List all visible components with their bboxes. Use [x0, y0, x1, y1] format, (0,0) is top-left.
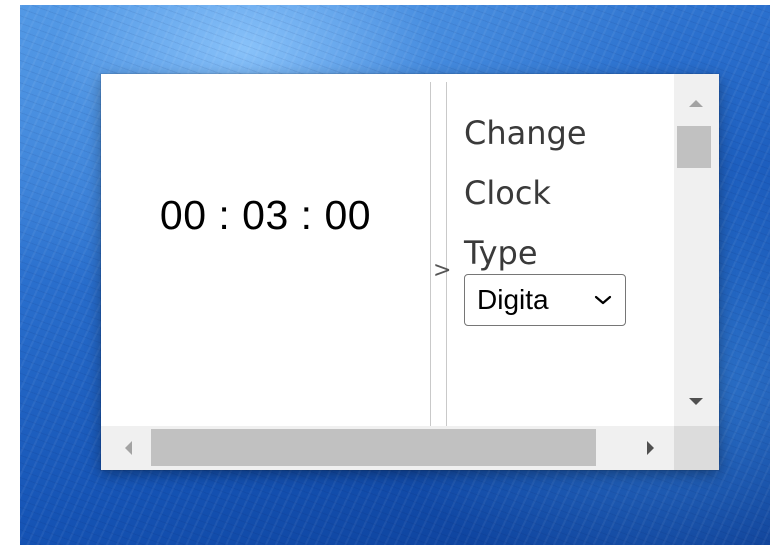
chevron-down-icon: [594, 295, 612, 305]
clock-type-label-line-3: Type: [464, 234, 538, 272]
splitter-line-left[interactable]: [430, 82, 431, 426]
horizontal-scroll-thumb[interactable]: [151, 429, 596, 466]
desktop-wallpaper: 00 : 03 : 00 > Change Clock Type Digita: [20, 5, 770, 545]
horizontal-scrollbar[interactable]: [101, 426, 674, 470]
scroll-viewport: 00 : 03 : 00 > Change Clock Type Digita: [101, 74, 674, 426]
clock-type-label: Change Clock Type: [464, 103, 614, 283]
scrollbar-corner: [674, 426, 719, 470]
clock-widget-window: 00 : 03 : 00 > Change Clock Type Digita: [101, 74, 719, 470]
arrow-up-icon[interactable]: [689, 100, 703, 107]
clock-pane: 00 : 03 : 00: [101, 74, 430, 426]
arrow-down-icon[interactable]: [689, 398, 703, 405]
vertical-scroll-thumb[interactable]: [677, 126, 711, 168]
clock-type-select[interactable]: Digita: [464, 274, 626, 326]
arrow-right-icon[interactable]: [647, 441, 654, 455]
vertical-scrollbar[interactable]: [674, 74, 719, 426]
arrow-left-icon[interactable]: [125, 441, 132, 455]
splitter-arrow-icon[interactable]: >: [433, 260, 451, 282]
clock-type-label-line-1: Change: [464, 114, 587, 152]
settings-pane: Change Clock Type Digita: [464, 103, 664, 326]
clock-type-selected-value: Digita: [477, 284, 549, 315]
clock-time-display: 00 : 03 : 00: [159, 192, 372, 238]
screen: 00 : 03 : 00 > Change Clock Type Digita: [0, 0, 775, 545]
splitter-line-right[interactable]: [446, 82, 447, 426]
clock-type-label-line-2: Clock: [464, 174, 551, 212]
